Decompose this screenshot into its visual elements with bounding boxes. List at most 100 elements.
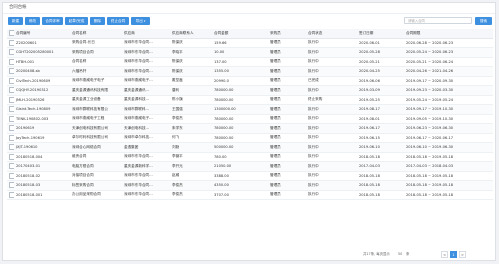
table-cell: 朱学东 (170, 123, 212, 133)
table-cell: 采购项目合同 (70, 47, 122, 57)
table-cell: 2018-05-18 ~ 2019-05-18 (406, 192, 454, 197)
table-row[interactable]: Gisint-Tech-190809 深圳市群联科技有限公 深圳市群联科… 王国强 13… (7, 104, 493, 114)
row-checkbox[interactable] (7, 180, 14, 190)
table-cell: 深圳市东华合同… (124, 154, 153, 159)
row-checkbox[interactable] (7, 66, 14, 76)
table-cell: 刘勤 (170, 142, 212, 152)
search-input[interactable]: 请输入合同 (404, 17, 472, 24)
table-row[interactable]: HTBH-001 合同名称 深圳市东华合同… 陈保庆 137.00 管理员 执行中 2020-… (7, 57, 493, 67)
column-header[interactable]: 合同期限 (404, 29, 493, 39)
prev-page-button[interactable]: < (441, 251, 448, 258)
table-cell: 深圳市东华合同… (124, 40, 153, 45)
column-header[interactable]: 合同金额 (212, 29, 268, 39)
table-cell: 2018-05-18 (357, 180, 404, 190)
table-cell: 管理员 (268, 123, 306, 133)
table-cell: 执行中 (306, 161, 357, 171)
table-cell: 780.00 (214, 154, 227, 159)
table-row[interactable]: CQQHY-20190312 重庆金源通讯科技有限 重庆金源通讯… 唐利 780000.… (7, 85, 493, 95)
table-cell: 执行中 (308, 135, 319, 140)
table-cell: 20190619 (14, 123, 70, 133)
chevron-down-icon: ▾ (143, 19, 146, 23)
table-row[interactable]: JMLH-20190526 重庆金源工业设备 重庆金源科技… 陈小旗 780000.00… (7, 95, 493, 105)
table-cell: 2017-04-03 (357, 161, 404, 171)
table-row[interactable]: CGHT202005280001 采购项目合同 深圳市东华合同… 李晓平 10.00 管理… (7, 47, 493, 57)
table-row[interactable]: 20200408-sb 六福吊杆 深圳市东华合同… 陈保庆 1355.00 管理员 执行中 2… (7, 66, 493, 76)
table-cell: 执行中 (308, 59, 319, 64)
terminate-contract-button[interactable]: 终止合同 (107, 17, 129, 25)
table-cell: 唐利 (170, 85, 212, 95)
row-checkbox[interactable] (7, 133, 14, 143)
row-checkbox[interactable] (7, 114, 14, 124)
row-checkbox[interactable] (7, 161, 14, 171)
new-button[interactable]: 新建 (8, 17, 23, 25)
table-cell: 管理员 (270, 192, 281, 197)
table-cell: 10.00 (212, 47, 268, 57)
select-all-checkbox[interactable] (7, 29, 14, 39)
column-header[interactable]: 签订日期 (357, 29, 404, 39)
table-row[interactable]: JoyTech-190619 卓尔时利科技有限公司 深圳市卓尔科技… 何飞 780000… (7, 133, 493, 143)
table-cell: 2018-05-18 (359, 192, 380, 197)
contract-review-button[interactable]: 合同评审 (42, 17, 63, 25)
table-cell: 2020-05-24 ~ 2020-06-23 (404, 47, 493, 57)
table-cell: 重庆金源通讯… (122, 85, 170, 95)
table-cell: 标签采购合同 (70, 180, 122, 190)
table-row[interactable]: 20170403-01 电脑方框合同 重庆金源新科学… 李开元 21050.00 管理员执… (7, 161, 493, 171)
table-cell: 2019-09-17 ~ 2020-09-30 (406, 78, 454, 83)
table-cell: 管理员 (268, 142, 306, 152)
row-checkbox[interactable] (7, 95, 14, 105)
pager-summary: 共17条, 每页显示 (363, 252, 390, 256)
column-header[interactable]: 供应商 (122, 29, 170, 39)
column-header[interactable]: 合同编号 (14, 29, 70, 39)
table-row[interactable]: Z20200601 采购合同-长日 深圳市东华合同… 陈保庆 159.66 管理员 执行中 2… (7, 38, 493, 48)
column-header[interactable]: 合同状态 (306, 29, 357, 39)
edit-button[interactable]: 修改 (25, 17, 40, 25)
table-cell: 780000.00 (214, 116, 234, 121)
table-cell: CGHT202005280001 (14, 47, 70, 57)
table-cell: 2019-09-23 ~ 2020-03-30 (404, 85, 493, 95)
table-cell: 深圳市东华合同… (122, 66, 170, 76)
row-checkbox[interactable] (7, 76, 14, 86)
next-page-button[interactable]: > (459, 251, 466, 258)
table-cell: 2019-06-06 (359, 78, 380, 83)
table-row[interactable]: 20180518-001 办公用品采购合同 深圳市东华合同… 李俊杰 3707.00 管理… (7, 190, 493, 200)
row-checkbox[interactable] (7, 123, 14, 133)
column-header[interactable]: 采购员 (268, 29, 306, 39)
table-row[interactable]: 20180518-03 标签采购合同 深圳市东华合同… 李俊杰 4350.00 管理员 执行… (7, 180, 493, 190)
table-cell: JXJT-190610 (14, 142, 70, 152)
row-checkbox[interactable] (7, 57, 14, 67)
table-cell: 深圳市燕威电子工程 (72, 116, 105, 121)
page-button-1[interactable]: 1 (450, 251, 457, 258)
row-checkbox[interactable] (7, 142, 14, 152)
table-cell: 3707.00 (214, 192, 229, 197)
row-checkbox[interactable] (7, 171, 14, 181)
search-button[interactable]: 搜索 (475, 17, 492, 25)
table-cell: 1300000.00 (212, 104, 268, 114)
table-row[interactable]: 20180518-004 维贵合同 深圳市东华合同… 李薇平 780.00 管理员 执行中 2… (7, 152, 493, 162)
export-button[interactable]: 导出▾ (131, 17, 150, 25)
column-header[interactable]: 合同名称 (70, 29, 122, 39)
table-row[interactable]: JXJT-190610 深圳合心网络合同 金逸集团 刘勤 500000.00 管理员 执行中… (7, 142, 493, 152)
table-cell: 陈保庆 (172, 40, 183, 45)
contract-ledger-window: 合同台帐 新建 修改 合同评审 起草/完成 删除 终止合同 导出▾ 请输入合同 … (2, 2, 496, 261)
table-row[interactable]: 20190619 天津创电科技有限公司 天津创电科技… 朱学东 780000.00 管理员… (7, 123, 493, 133)
row-checkbox[interactable] (7, 85, 14, 95)
draft-complete-button[interactable]: 起草/完成 (65, 17, 88, 25)
row-checkbox[interactable] (7, 104, 14, 114)
page-size-select[interactable]: 50 (398, 251, 402, 258)
delete-button[interactable]: 删除 (90, 17, 105, 25)
column-header[interactable]: 供应商联系人 (170, 29, 212, 39)
table-cell: 深圳市燕威电子… (124, 116, 153, 121)
table-cell: 2020-05-21 (359, 59, 380, 64)
table-cell: 780000.00 (212, 85, 268, 95)
row-checkbox[interactable] (7, 190, 14, 200)
row-checkbox[interactable] (7, 38, 14, 48)
table-row[interactable]: CiviTech-20190609 深圳市燕威电子电子 深圳市燕威电子… 戴坚鑫 209… (7, 76, 493, 86)
row-checkbox[interactable] (7, 47, 14, 57)
table-cell: 执行中 (306, 85, 357, 95)
table-row[interactable]: 20180518-02 对接项目合同 深圳市东华合同… 赵威 3388.00 管理员 执行中… (7, 171, 493, 181)
table-cell: 2019-08-17 (357, 104, 404, 114)
table-cell: 执行中 (306, 47, 357, 57)
table-row[interactable]: TENK-190802-003 深圳市燕威电子工程 深圳市燕威电子… 李俊杰 78000… (7, 114, 493, 124)
table-cell: 2020-05-28 (357, 47, 404, 57)
row-checkbox[interactable] (7, 152, 14, 162)
